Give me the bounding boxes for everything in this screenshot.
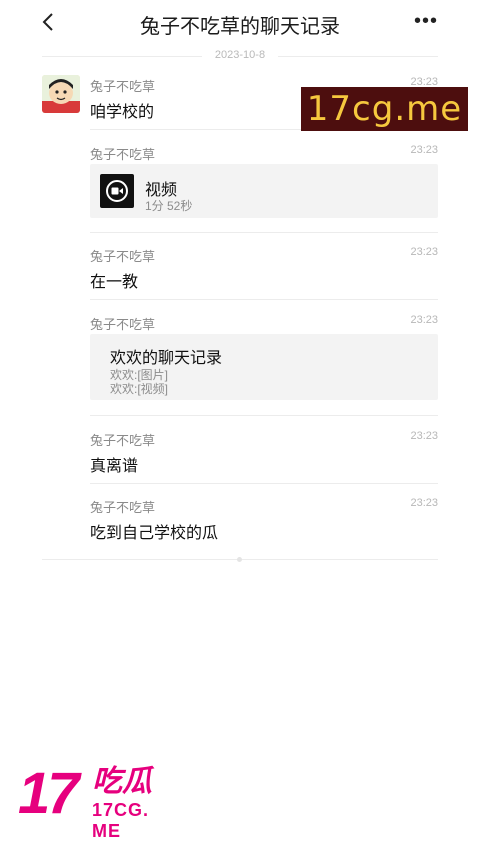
video-duration: 1分 52秒 [145,199,193,213]
message-text: 吃到自己学校的瓜 [90,525,219,542]
nav-bar: 兔子不吃草的聊天记录 ••• [0,0,480,46]
watermark-text: 17cg.me [306,89,463,129]
divider-line [278,56,438,57]
message-separator [90,483,438,484]
sender-name: 兔子不吃草 [90,249,156,264]
end-dot [237,557,242,562]
message-text: 真离谱 [90,458,139,475]
sender-name: 兔子不吃草 [90,317,156,332]
watermark-badge: 17cg.me [301,87,468,131]
message-separator [90,415,438,416]
sender-name: 兔子不吃草 [90,79,156,94]
message-text: 咱学校的 [90,104,155,121]
avatar[interactable] [42,75,80,113]
message-time: 23:23 [410,497,438,509]
message-time: 23:23 [410,144,438,156]
logo-chinese: 吃瓜 [92,765,152,798]
video-camera-icon [106,180,128,202]
message-item[interactable]: 兔子不吃草 23:23 视频 1分 52秒 [90,144,438,233]
message-text: 在一教 [90,274,139,291]
message-item[interactable]: 兔子不吃草 23:23 欢欢的聊天记录 欢欢:[图片] 欢欢:[视频] [90,314,438,416]
record-line: 欢欢:[视频] [110,382,169,396]
sender-name: 兔子不吃草 [90,500,156,515]
message-time: 23:23 [410,430,438,442]
cartoon-boy-avatar-icon [42,75,80,113]
date-label: 2023-10-8 [214,49,266,61]
date-divider: 2023-10-8 [42,49,438,63]
message-item[interactable]: 兔子不吃草 23:23 吃到自己学校的瓜 [90,497,438,551]
video-thumbnail [100,174,134,208]
watermark-logo: 17 吃瓜 17CG. ME [18,761,178,842]
record-title: 欢欢的聊天记录 [110,350,223,367]
more-button[interactable]: ••• [414,10,438,33]
message-time: 23:23 [410,314,438,326]
logo-number: 17 [18,761,79,826]
message-separator [90,299,438,300]
video-card[interactable]: 视频 1分 52秒 [90,164,438,218]
chat-record-card[interactable]: 欢欢的聊天记录 欢欢:[图片] 欢欢:[视频] [90,334,438,400]
message-separator [90,232,438,233]
logo-domain: 17CG. ME [92,800,150,841]
message-item[interactable]: 兔子不吃草 23:23 真离谱 [90,430,438,484]
sender-name: 兔子不吃草 [90,147,156,162]
message-time: 23:23 [410,246,438,258]
message-item[interactable]: 兔子不吃草 23:23 在一教 [90,246,438,300]
sender-name: 兔子不吃草 [90,433,156,448]
page-title: 兔子不吃草的聊天记录 [140,16,340,38]
